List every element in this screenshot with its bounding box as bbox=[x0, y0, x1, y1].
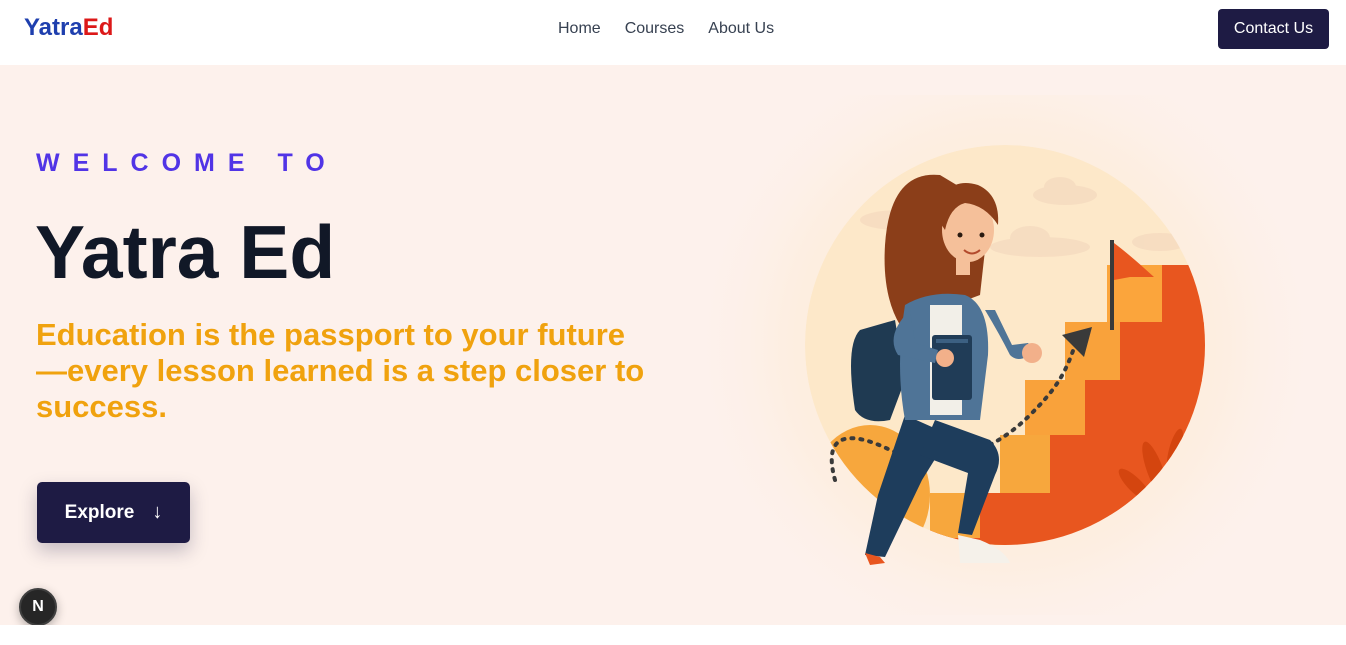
arrow-down-icon: ↓ bbox=[152, 501, 163, 523]
hero-section: WELCOME TO Yatra Ed Education is the pas… bbox=[0, 65, 1346, 625]
explore-button[interactable]: Explore ↓ bbox=[37, 482, 190, 543]
badge-letter: N bbox=[32, 598, 44, 615]
hero-title: Yatra Ed bbox=[35, 210, 336, 294]
bottom-strip bbox=[0, 625, 1346, 645]
logo-part-2: Ed bbox=[82, 14, 114, 41]
hero-eyebrow: WELCOME TO bbox=[36, 149, 338, 177]
nav-links: Home Courses About Us bbox=[546, 0, 786, 58]
logo[interactable]: YatraEd bbox=[24, 14, 113, 42]
nav-link-courses[interactable]: Courses bbox=[613, 20, 697, 38]
contact-us-button[interactable]: Contact Us bbox=[1218, 9, 1329, 49]
nextjs-badge-icon[interactable]: N bbox=[19, 588, 57, 626]
nav-link-home[interactable]: Home bbox=[546, 20, 613, 38]
logo-part-1: Yatra bbox=[24, 14, 83, 41]
explore-label: Explore bbox=[64, 501, 135, 523]
nav-link-about-us[interactable]: About Us bbox=[696, 20, 786, 38]
hero-tagline: Education is the passport to your future… bbox=[36, 317, 645, 424]
navbar: YatraEd Home Courses About Us Contact Us bbox=[0, 0, 1346, 65]
hero-illustration bbox=[685, 95, 1325, 615]
